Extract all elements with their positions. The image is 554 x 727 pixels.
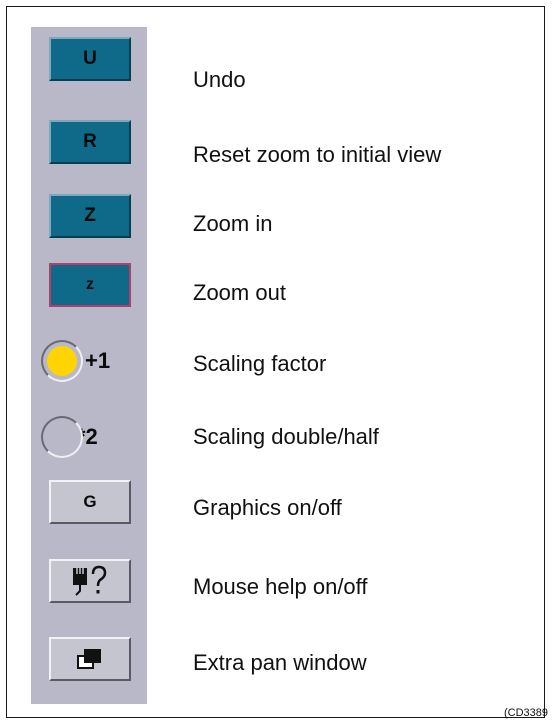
radio-selected-icon[interactable] <box>41 340 83 382</box>
graphics-toggle-glyph: G <box>83 492 97 511</box>
zoom-in-label: Zoom in <box>193 211 273 236</box>
mouse-question-icon <box>67 564 113 598</box>
radio-unselected-icon[interactable] <box>41 416 83 458</box>
pan-window-label: Extra pan window <box>193 650 367 675</box>
zoom-in-button-glyph: Z <box>84 205 96 226</box>
scaling-factor-label: Scaling factor <box>193 351 327 376</box>
reset-zoom-label: Reset zoom to initial view <box>193 142 442 167</box>
pan-window-button[interactable] <box>49 637 131 681</box>
scaling-factor-radio[interactable]: +1 <box>41 337 145 385</box>
reset-zoom-button-glyph: R <box>83 131 97 152</box>
graphics-toggle-button[interactable]: G <box>49 480 131 524</box>
reset-zoom-button[interactable]: R <box>49 120 131 164</box>
undo-label: Undo <box>193 67 246 92</box>
figure-caption: (CD3389 <box>503 707 548 719</box>
mouse-help-label: Mouse help on/off <box>193 574 368 599</box>
overlapping-windows-icon <box>75 647 105 671</box>
scaling-double-half-label: Scaling double/half <box>193 424 379 449</box>
zoom-toolbar: U R Z z +1 *2 G <box>31 27 147 704</box>
scaling-factor-radio-glyph: +1 <box>85 348 111 373</box>
zoom-out-button[interactable]: z <box>49 263 131 307</box>
undo-button[interactable]: U <box>49 37 131 81</box>
graphics-label: Graphics on/off <box>193 495 342 520</box>
scaling-double-half-radio[interactable]: *2 <box>41 413 145 461</box>
zoom-in-button[interactable]: Z <box>49 194 131 238</box>
undo-button-glyph: U <box>83 48 97 69</box>
mouse-help-toggle-button[interactable] <box>49 559 131 603</box>
zoom-out-button-glyph: z <box>86 276 94 293</box>
zoom-out-label: Zoom out <box>193 280 286 305</box>
